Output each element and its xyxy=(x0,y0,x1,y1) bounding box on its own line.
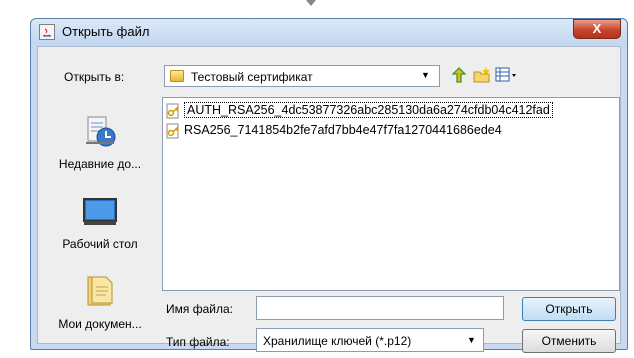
look-in-value: Тестовый сертификат xyxy=(191,70,313,84)
file-type-label: Тип файла: xyxy=(166,335,230,349)
recent-documents-icon xyxy=(86,116,116,147)
file-list[interactable]: AUTH_RSA256_4dc53877326abc285130da6a274c… xyxy=(162,97,620,291)
look-in-select[interactable]: Тестовый сертификат ▼ xyxy=(164,65,440,87)
file-name-label: Имя файла: xyxy=(166,302,233,316)
sidebar-item-documents[interactable]: Мои докумен... xyxy=(46,267,154,343)
open-file-dialog: Открыть файл X Открыть в: Тестовый серти… xyxy=(30,18,628,353)
new-folder-button[interactable] xyxy=(472,66,492,86)
file-type-value: Хранилище ключей (*.p12) xyxy=(263,334,412,348)
up-folder-icon xyxy=(451,67,467,83)
details-view-icon xyxy=(495,67,516,82)
file-name: RSA256_7141854b2fe7afd7bb4e47f7fa1270441… xyxy=(184,123,502,137)
new-folder-icon xyxy=(473,67,490,83)
view-menu-button[interactable] xyxy=(494,66,520,86)
my-documents-icon xyxy=(87,276,113,306)
file-name: AUTH_RSA256_4dc53877326abc285130da6a274c… xyxy=(184,102,553,118)
cancel-button[interactable]: Отменить xyxy=(522,329,616,353)
open-button[interactable]: Открыть xyxy=(522,297,616,321)
file-name-input[interactable] xyxy=(256,296,504,320)
chevron-down-icon: ▼ xyxy=(467,335,476,345)
chevron-down-icon: ▼ xyxy=(421,70,430,80)
up-one-level-button[interactable] xyxy=(450,66,470,86)
pointer-arrow-icon xyxy=(306,0,316,6)
dialog-body: Открыть в: Тестовый сертификат ▼ Недавни… xyxy=(37,46,621,353)
close-button[interactable]: X xyxy=(573,19,621,39)
key-file-icon xyxy=(166,123,179,139)
file-type-select[interactable]: Хранилище ключей (*.p12) ▼ xyxy=(256,328,484,352)
sidebar-item-recent[interactable]: Недавние до... xyxy=(46,107,154,181)
dialog-title: Открыть файл xyxy=(62,24,150,39)
folder-icon xyxy=(170,70,184,82)
desktop-icon xyxy=(83,198,117,225)
sidebar-item-desktop[interactable]: Рабочий стол xyxy=(46,187,154,261)
sidebar-item-label: Рабочий стол xyxy=(62,237,138,251)
java-app-icon xyxy=(39,24,55,40)
look-in-label: Открыть в: xyxy=(64,70,125,84)
title-bar[interactable]: Открыть файл X xyxy=(31,19,627,45)
sidebar-item-label: Мои докумен... xyxy=(58,317,142,331)
key-file-icon xyxy=(166,103,179,119)
sidebar-item-label: Недавние до... xyxy=(58,157,142,171)
